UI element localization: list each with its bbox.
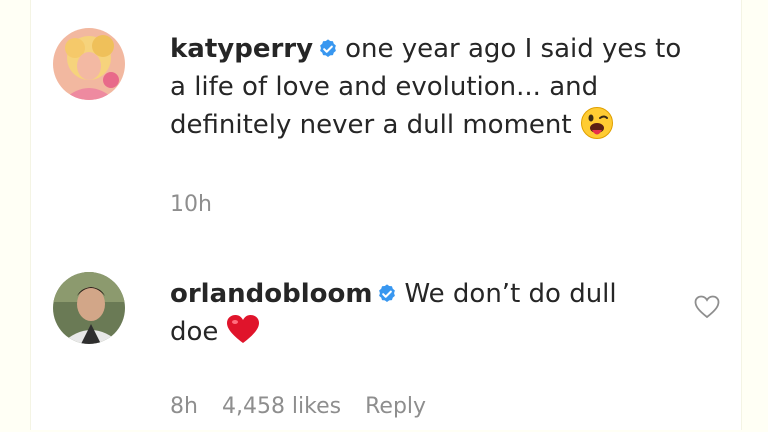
comment-time[interactable]: 10h: [170, 192, 212, 217]
comment-line-2: a life of love and evolution... and: [170, 72, 599, 102]
avatar[interactable]: [53, 272, 125, 344]
comment-meta: 8h 4,458 likes Reply: [170, 394, 426, 419]
comment-meta: 10h: [170, 192, 212, 217]
comment-text: katyperry one year ago I said yes to a li…: [170, 30, 681, 144]
comments-panel: katyperry one year ago I said yes to a li…: [30, 0, 742, 430]
comment-line-3: definitely never a dull moment: [170, 110, 572, 140]
red-heart-icon: [227, 315, 260, 343]
comment-time[interactable]: 8h: [170, 394, 198, 419]
comment-line-1: one year ago I said yes to: [345, 34, 682, 64]
reply-button[interactable]: Reply: [365, 394, 426, 419]
username[interactable]: orlandobloom: [170, 279, 372, 309]
likes-count[interactable]: 4,458 likes: [222, 394, 341, 419]
like-button[interactable]: [694, 295, 720, 319]
heart-outline-icon: [694, 295, 720, 319]
comment-line-2: doe: [170, 317, 219, 347]
verified-badge-icon: [320, 39, 336, 57]
verified-badge-icon: [379, 284, 396, 302]
comment-line-1: We don’t do dull: [404, 279, 617, 309]
winking-face-with-tongue-icon: [580, 107, 613, 139]
username[interactable]: katyperry: [170, 34, 313, 64]
avatar[interactable]: [53, 28, 125, 100]
comment-text: orlandobloom We don’t do dull doe: [170, 275, 617, 351]
